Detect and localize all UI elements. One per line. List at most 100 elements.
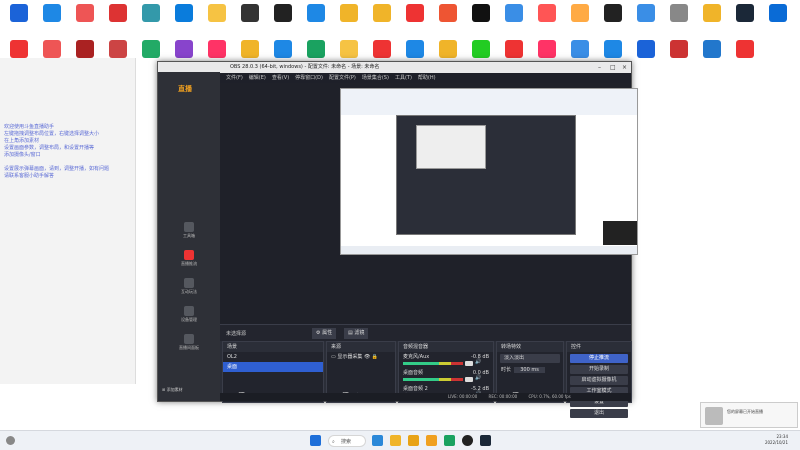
desktop-icon[interactable] xyxy=(662,40,696,59)
desktop-icon[interactable] xyxy=(365,4,399,23)
desktop-icon-image xyxy=(142,40,160,58)
control-button[interactable]: 开始录制 xyxy=(570,365,628,374)
desktop-icon[interactable] xyxy=(563,4,597,23)
desktop-icon[interactable] xyxy=(728,40,762,59)
desktop-icon[interactable] xyxy=(200,40,234,59)
steam-icon[interactable] xyxy=(480,435,491,446)
desktop-icon[interactable] xyxy=(266,40,300,59)
obs-taskbar-icon[interactable] xyxy=(462,435,473,446)
source-item[interactable]: ▭ 显示器采集 👁 🔒 xyxy=(327,352,395,362)
close-icon[interactable]: × xyxy=(622,62,627,73)
speaker-icon[interactable]: 🔊 xyxy=(475,357,481,367)
desktop-icon[interactable] xyxy=(662,4,696,23)
desktop-icon[interactable] xyxy=(431,40,465,59)
control-button[interactable]: 停止推流 xyxy=(570,354,628,363)
desktop-icon[interactable] xyxy=(233,4,267,23)
filters-button[interactable]: ▤ 滤镜 xyxy=(344,328,369,339)
desktop-icon[interactable] xyxy=(101,40,135,59)
desktop-icon[interactable] xyxy=(266,4,300,23)
start-icon[interactable] xyxy=(310,435,321,446)
desktop-icon-image xyxy=(208,4,226,22)
desktop-icon[interactable] xyxy=(629,40,663,59)
maximize-icon[interactable]: □ xyxy=(610,62,616,73)
menu-item[interactable]: 文件(F) xyxy=(226,75,243,81)
desktop-icon[interactable] xyxy=(431,4,465,23)
desktop-icon[interactable] xyxy=(167,40,201,59)
desktop-icon[interactable] xyxy=(233,40,267,59)
desktop-icon[interactable] xyxy=(200,4,234,23)
desktop-icon[interactable] xyxy=(299,4,333,23)
desktop-icon[interactable] xyxy=(35,4,69,23)
desktop-icon[interactable] xyxy=(596,4,630,23)
menu-item[interactable]: 场景集合(S) xyxy=(362,75,389,81)
desktop-icon[interactable] xyxy=(464,40,498,59)
desktop-icon[interactable] xyxy=(332,40,366,59)
taskbar-search[interactable]: ⌕ 搜索 xyxy=(328,435,366,447)
scene-item[interactable]: OL2 xyxy=(223,352,323,362)
desktop-icon[interactable] xyxy=(728,4,762,23)
menu-item[interactable]: 查看(V) xyxy=(272,75,289,81)
menu-item[interactable]: 帮助(H) xyxy=(418,75,436,81)
app-nav-item[interactable]: 直播间面板 xyxy=(164,334,214,351)
desktop-icon[interactable] xyxy=(35,40,69,59)
speaker-icon[interactable]: 🔊 xyxy=(475,373,481,383)
menu-item[interactable]: 编辑(E) xyxy=(249,75,266,81)
menu-item[interactable]: 工具(T) xyxy=(395,75,412,81)
desktop-icon[interactable] xyxy=(2,40,36,59)
desktop-icon[interactable] xyxy=(530,4,564,23)
desktop-icon[interactable] xyxy=(299,40,333,59)
desktop-icon[interactable] xyxy=(596,40,630,59)
lock-icon[interactable]: 🔒 xyxy=(372,354,378,360)
menu-item[interactable]: 停靠窗口(D) xyxy=(295,75,323,81)
desktop-icon[interactable] xyxy=(530,40,564,59)
edge-icon[interactable] xyxy=(372,435,383,446)
app-nav-item[interactable]: 工具箱 xyxy=(164,222,214,239)
desktop-icon[interactable] xyxy=(365,40,399,59)
desktop-icon[interactable] xyxy=(695,40,729,59)
desktop-icon[interactable] xyxy=(761,4,795,23)
preview-canvas[interactable] xyxy=(220,83,638,324)
volume-slider[interactable] xyxy=(465,377,473,382)
app-nav-item[interactable]: 互动玩法 xyxy=(164,278,214,295)
app-nav-item[interactable]: 直播推流 xyxy=(164,250,214,267)
menu-item[interactable]: 配置文件(P) xyxy=(329,75,356,81)
app-icon-1[interactable] xyxy=(408,435,419,446)
system-clock[interactable]: 23:34 2022/10/21 xyxy=(765,434,788,446)
desktop-icon[interactable] xyxy=(464,4,498,23)
obs-titlebar[interactable]: OBS 28.0.3 (64-bit, windows) - 配置文件: 未命名… xyxy=(158,62,631,73)
control-button[interactable]: 启动虚拟摄像机 xyxy=(570,376,628,385)
desktop-icon[interactable] xyxy=(497,4,531,23)
desktop-icon[interactable] xyxy=(695,4,729,23)
app-nav-label: 工具箱 xyxy=(183,233,195,238)
duration-input[interactable]: 300 ms xyxy=(514,367,545,373)
desktop-icon[interactable] xyxy=(167,4,201,23)
obs-window: OBS 28.0.3 (64-bit, windows) - 配置文件: 未命名… xyxy=(157,61,638,418)
notification-toast[interactable]: 您的屏幕已开始直播 xyxy=(700,402,798,428)
desktop-icon[interactable] xyxy=(398,40,432,59)
desktop-icon[interactable] xyxy=(134,40,168,59)
volume-slider[interactable] xyxy=(465,361,473,366)
desktop-icon[interactable] xyxy=(68,40,102,59)
app-icon-2[interactable] xyxy=(426,435,437,446)
transition-select[interactable]: 淡入淡出 xyxy=(500,354,560,363)
minimize-icon[interactable]: – xyxy=(598,62,601,73)
explorer-icon[interactable] xyxy=(390,435,401,446)
desktop-icon[interactable] xyxy=(629,4,663,23)
app-icon-3[interactable] xyxy=(444,435,455,446)
no-source-label: 未选择源 xyxy=(226,331,247,337)
control-button[interactable]: 退出 xyxy=(570,409,628,418)
desktop-icon[interactable] xyxy=(2,4,36,23)
app-nav-item[interactable]: 设备管理 xyxy=(164,306,214,323)
desktop-icon[interactable] xyxy=(68,4,102,23)
desktop-icon[interactable] xyxy=(332,4,366,23)
desktop-icon[interactable] xyxy=(563,40,597,59)
visibility-icon[interactable]: 👁 xyxy=(364,354,370,360)
desktop-icon[interactable] xyxy=(134,4,168,23)
add-material-button[interactable]: ⊞ 添加素材 xyxy=(162,387,183,393)
scene-item-selected[interactable]: 桌面 xyxy=(223,362,323,372)
desktop-icon[interactable] xyxy=(398,4,432,23)
desktop-icon[interactable] xyxy=(101,4,135,23)
desktop-icon[interactable] xyxy=(497,40,531,59)
weather-icon[interactable] xyxy=(6,436,15,445)
properties-button[interactable]: ⚙ 属性 xyxy=(312,328,337,339)
